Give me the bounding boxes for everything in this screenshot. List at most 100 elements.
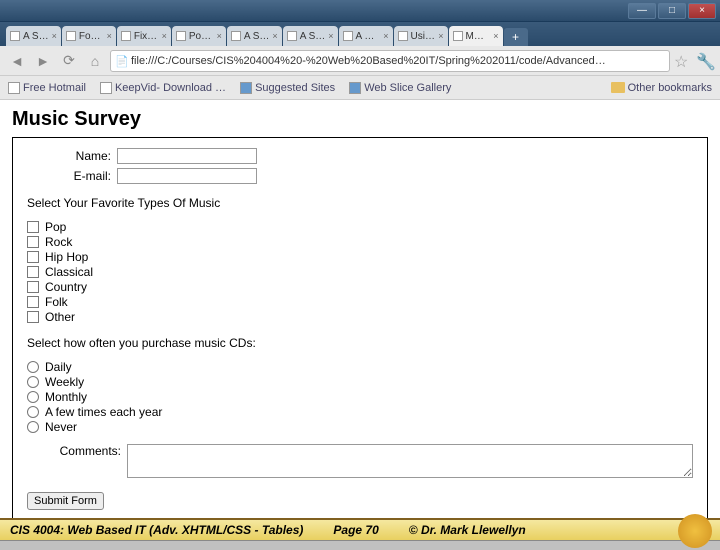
radio[interactable]	[27, 406, 39, 418]
option-label: Classical	[45, 265, 93, 279]
tab-label: Fix…	[134, 31, 157, 42]
home-button[interactable]: ⌂	[84, 50, 106, 72]
option-label: Country	[45, 280, 87, 294]
comments-textarea[interactable]	[127, 444, 693, 478]
tab-label: Usi…	[411, 31, 435, 42]
tab-close-icon[interactable]: ×	[162, 31, 167, 41]
tab-label: M…	[466, 31, 484, 42]
tab-close-icon[interactable]: ×	[438, 31, 443, 41]
minimize-button[interactable]: —	[628, 3, 656, 19]
tab-close-icon[interactable]: ×	[52, 31, 57, 41]
ucf-logo-icon	[678, 514, 712, 548]
other-bookmarks[interactable]: Other bookmarks	[611, 82, 712, 94]
tab-label: A S…	[300, 31, 326, 42]
tab-close-icon[interactable]: ×	[217, 31, 222, 41]
cd-options: Daily Weekly Monthly A few times each ye…	[27, 360, 693, 434]
window-titlebar: — □ ×	[0, 0, 720, 22]
checkbox[interactable]	[27, 251, 39, 263]
tab-close-icon[interactable]: ×	[383, 31, 388, 41]
page-icon	[66, 31, 76, 41]
checkbox[interactable]	[27, 311, 39, 323]
name-label: Name:	[27, 149, 117, 163]
page-icon	[453, 31, 463, 41]
settings-wrench-icon[interactable]: 🔧	[696, 52, 714, 70]
footer-course: CIS 4004: Web Based IT (Adv. XHTML/CSS -…	[10, 523, 303, 537]
page-icon: 📄	[115, 55, 127, 67]
submit-button[interactable]: Submit Form	[27, 492, 104, 510]
tab-close-icon[interactable]: ×	[328, 31, 333, 41]
music-prompt: Select Your Favorite Types Of Music	[27, 196, 693, 210]
page-icon	[398, 31, 408, 41]
bookmark-item[interactable]: KeepVid- Download …	[100, 82, 226, 94]
email-input[interactable]	[117, 168, 257, 184]
tab-label: Fo…	[79, 31, 101, 42]
new-tab-button[interactable]: +	[504, 28, 528, 46]
footer-page: Page 70	[333, 523, 378, 537]
browser-tab[interactable]: A … ×	[339, 26, 393, 46]
browser-tab-active[interactable]: M… ×	[449, 26, 503, 46]
tab-label: A …	[356, 31, 375, 42]
option-label: Weekly	[45, 375, 84, 389]
browser-tab[interactable]: A S…×	[227, 26, 282, 46]
page-icon	[100, 82, 112, 94]
page-icon	[287, 31, 297, 41]
radio[interactable]	[27, 421, 39, 433]
name-input[interactable]	[117, 148, 257, 164]
option-label: A few times each year	[45, 405, 162, 419]
checkbox[interactable]	[27, 266, 39, 278]
bookmark-item[interactable]: Suggested Sites	[240, 82, 335, 94]
tab-close-icon[interactable]: ×	[493, 31, 498, 41]
close-button[interactable]: ×	[688, 3, 716, 19]
bookmark-item[interactable]: Free Hotmail	[8, 82, 86, 94]
checkbox[interactable]	[27, 281, 39, 293]
page-content: Music Survey Name: E-mail: Select Your F…	[0, 100, 720, 518]
bookmark-item[interactable]: Web Slice Gallery	[349, 82, 451, 94]
option-label: Other	[45, 310, 75, 324]
option-label: Never	[45, 420, 77, 434]
radio[interactable]	[27, 361, 39, 373]
maximize-button[interactable]: □	[658, 3, 686, 19]
comments-label: Comments:	[27, 444, 127, 458]
bookmark-label: KeepVid- Download …	[115, 82, 226, 94]
browser-tab[interactable]: A S…×	[283, 26, 338, 46]
footer-copyright: © Dr. Mark Llewellyn	[409, 523, 526, 537]
slide-footer: CIS 4004: Web Based IT (Adv. XHTML/CSS -…	[0, 518, 720, 540]
bookmark-label: Free Hotmail	[23, 82, 86, 94]
cd-prompt: Select how often you purchase music CDs:	[27, 336, 693, 350]
ie-icon	[240, 82, 252, 94]
page-icon	[231, 31, 241, 41]
radio[interactable]	[27, 376, 39, 388]
url-bar[interactable]: 📄 file:///C:/Courses/CIS%204004%20-%20We…	[110, 50, 670, 72]
option-label: Hip Hop	[45, 250, 88, 264]
browser-tab[interactable]: Fix… ×	[117, 26, 171, 46]
ie-icon	[349, 82, 361, 94]
option-label: Monthly	[45, 390, 87, 404]
tab-close-icon[interactable]: ×	[107, 31, 112, 41]
forward-button[interactable]: ►	[32, 50, 54, 72]
browser-tab[interactable]: Usi…×	[394, 26, 448, 46]
tab-label: A S…	[244, 31, 270, 42]
tab-close-icon[interactable]: ×	[272, 31, 277, 41]
bookmark-label: Suggested Sites	[255, 82, 335, 94]
page-icon	[10, 31, 20, 41]
music-options: Pop Rock Hip Hop Classical Country Folk …	[27, 220, 693, 324]
back-button[interactable]: ◄	[6, 50, 28, 72]
footer-bottom-bar	[0, 540, 720, 550]
survey-form: Name: E-mail: Select Your Favorite Types…	[12, 137, 708, 518]
other-bookmarks-label: Other bookmarks	[628, 82, 712, 94]
reload-button[interactable]: ⟳	[58, 50, 80, 72]
radio[interactable]	[27, 391, 39, 403]
browser-tab[interactable]: Fo… ×	[62, 26, 116, 46]
checkbox[interactable]	[27, 221, 39, 233]
tab-bar: A S…× Fo…× Fix…× Po…× A S…× A S…× A …× U…	[0, 22, 720, 46]
bookmark-star-icon[interactable]: ☆	[674, 52, 692, 70]
checkbox[interactable]	[27, 296, 39, 308]
browser-tab[interactable]: A S…×	[6, 26, 61, 46]
bookmark-label: Web Slice Gallery	[364, 82, 451, 94]
page-icon	[343, 31, 353, 41]
url-text: file:///C:/Courses/CIS%204004%20-%20Web%…	[131, 55, 606, 67]
checkbox[interactable]	[27, 236, 39, 248]
option-label: Daily	[45, 360, 72, 374]
tab-label: Po…	[189, 31, 211, 42]
browser-tab[interactable]: Po… ×	[172, 26, 226, 46]
